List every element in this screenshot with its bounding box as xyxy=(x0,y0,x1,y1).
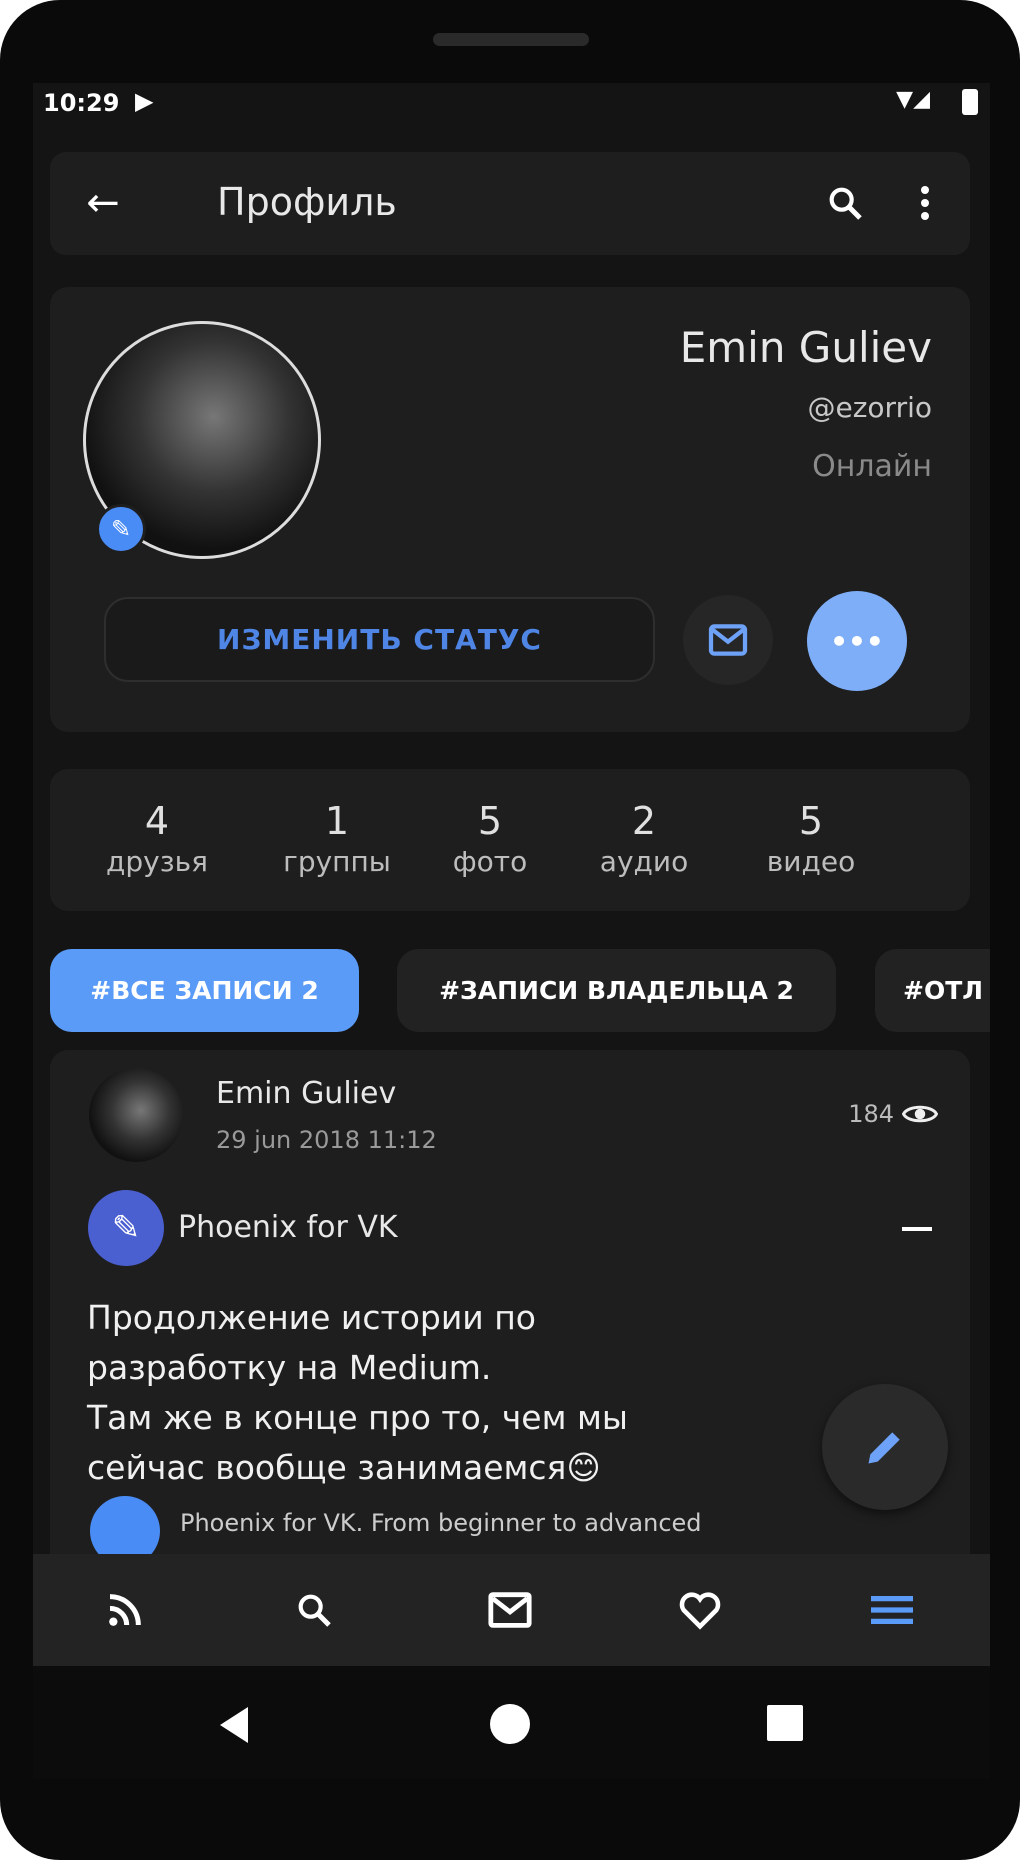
message-button[interactable] xyxy=(683,595,773,685)
link-preview-title[interactable]: Phoenix for VK. From beginner to advance… xyxy=(180,1508,702,1538)
heart-icon xyxy=(679,1592,721,1630)
counter-photos[interactable]: 5 фото xyxy=(415,799,565,878)
counters-card: 4 друзья 1 группы 5 фото 2 аудио 5 видео xyxy=(50,769,970,911)
app-toolbar: ← Профиль xyxy=(50,152,970,255)
compose-fab[interactable] xyxy=(822,1384,948,1510)
back-arrow-icon[interactable]: ← xyxy=(78,178,128,228)
system-home-button[interactable] xyxy=(490,1704,530,1744)
eye-icon xyxy=(902,1105,938,1123)
post-author-name[interactable]: Emin Guliev xyxy=(216,1076,396,1111)
counter-label: аудио xyxy=(599,845,689,878)
post-options-dash[interactable] xyxy=(902,1227,932,1231)
screen: 10:29 ▶ ▼◢ ← Профиль ✎ Emin Guliev @ezor… xyxy=(33,83,990,1779)
counter-label: друзья xyxy=(106,845,208,878)
counter-video[interactable]: 5 видео xyxy=(736,799,886,878)
phone-frame: 10:29 ▶ ▼◢ ← Профиль ✎ Emin Guliev @ezor… xyxy=(0,0,1020,1860)
battery-icon xyxy=(962,89,978,115)
views-count: 184 xyxy=(848,1100,894,1128)
counter-audio[interactable]: 2 аудио xyxy=(569,799,719,878)
system-back-button[interactable] xyxy=(209,1700,259,1750)
wifi-signal-icon: ▼◢ xyxy=(896,87,930,112)
online-status: Онлайн xyxy=(812,449,932,484)
status-bar: 10:29 ▶ ▼◢ xyxy=(33,83,990,125)
profile-handle: @ezorrio xyxy=(807,391,933,424)
filter-chip-other[interactable]: #ОТЛ xyxy=(875,949,990,1032)
counter-friends[interactable]: 4 друзья xyxy=(82,799,232,878)
pencil-icon xyxy=(868,1432,900,1464)
post-author-avatar[interactable] xyxy=(89,1068,183,1162)
post-views: 184 xyxy=(848,1100,938,1128)
repost-source-avatar[interactable]: ✎ xyxy=(88,1190,164,1266)
counter-value: 4 xyxy=(144,799,170,843)
page-title: Профиль xyxy=(217,180,397,224)
mail-icon xyxy=(708,624,748,656)
back-triangle-icon xyxy=(220,1707,248,1743)
nav-messages[interactable] xyxy=(480,1580,540,1640)
nav-menu[interactable] xyxy=(862,1580,922,1640)
play-icon: ▶ xyxy=(135,87,154,115)
menu-icon xyxy=(871,1596,913,1624)
counter-value: 1 xyxy=(324,799,350,843)
nav-search[interactable] xyxy=(284,1580,344,1640)
search-icon[interactable] xyxy=(820,178,870,228)
repost-source-name[interactable]: Phoenix for VK xyxy=(178,1210,398,1245)
counter-value: 5 xyxy=(798,799,824,843)
mail-icon xyxy=(488,1592,532,1628)
feed-icon xyxy=(109,1594,141,1626)
phoenix-badge-icon: ✎ xyxy=(96,504,146,554)
counter-value: 5 xyxy=(477,799,503,843)
search-icon xyxy=(298,1594,331,1627)
filter-chip-all[interactable]: #ВСЕ ЗАПИСИ 2 xyxy=(50,949,359,1032)
speaker xyxy=(433,33,589,46)
counter-value: 2 xyxy=(631,799,657,843)
more-vert-icon[interactable] xyxy=(900,178,950,228)
filter-chip-owner[interactable]: #ЗАПИСИ ВЛАДЕЛЬЦА 2 xyxy=(397,949,836,1032)
nav-feed[interactable] xyxy=(95,1580,155,1640)
more-horiz-icon: ••• xyxy=(830,624,884,658)
profile-name: Emin Guliev xyxy=(679,323,932,372)
counter-label: группы xyxy=(283,845,391,878)
change-status-button[interactable]: ИЗМЕНИТЬ СТАТУС xyxy=(104,597,655,682)
profile-card: ✎ Emin Guliev @ezorrio Онлайн ИЗМЕНИТЬ С… xyxy=(50,287,970,732)
counter-label: видео xyxy=(766,845,856,878)
system-nav-bar xyxy=(33,1666,990,1779)
more-actions-button[interactable]: ••• xyxy=(807,591,907,691)
status-time: 10:29 xyxy=(43,89,120,117)
post-text: Продолжение истории по разработку на Med… xyxy=(87,1298,628,1487)
counter-label: фото xyxy=(452,845,528,878)
post-date: 29 jun 2018 11:12 xyxy=(216,1126,437,1154)
nav-favorites[interactable] xyxy=(670,1580,730,1640)
counter-groups[interactable]: 1 группы xyxy=(262,799,412,878)
system-recents-button[interactable] xyxy=(767,1705,803,1741)
bottom-nav xyxy=(33,1554,990,1666)
